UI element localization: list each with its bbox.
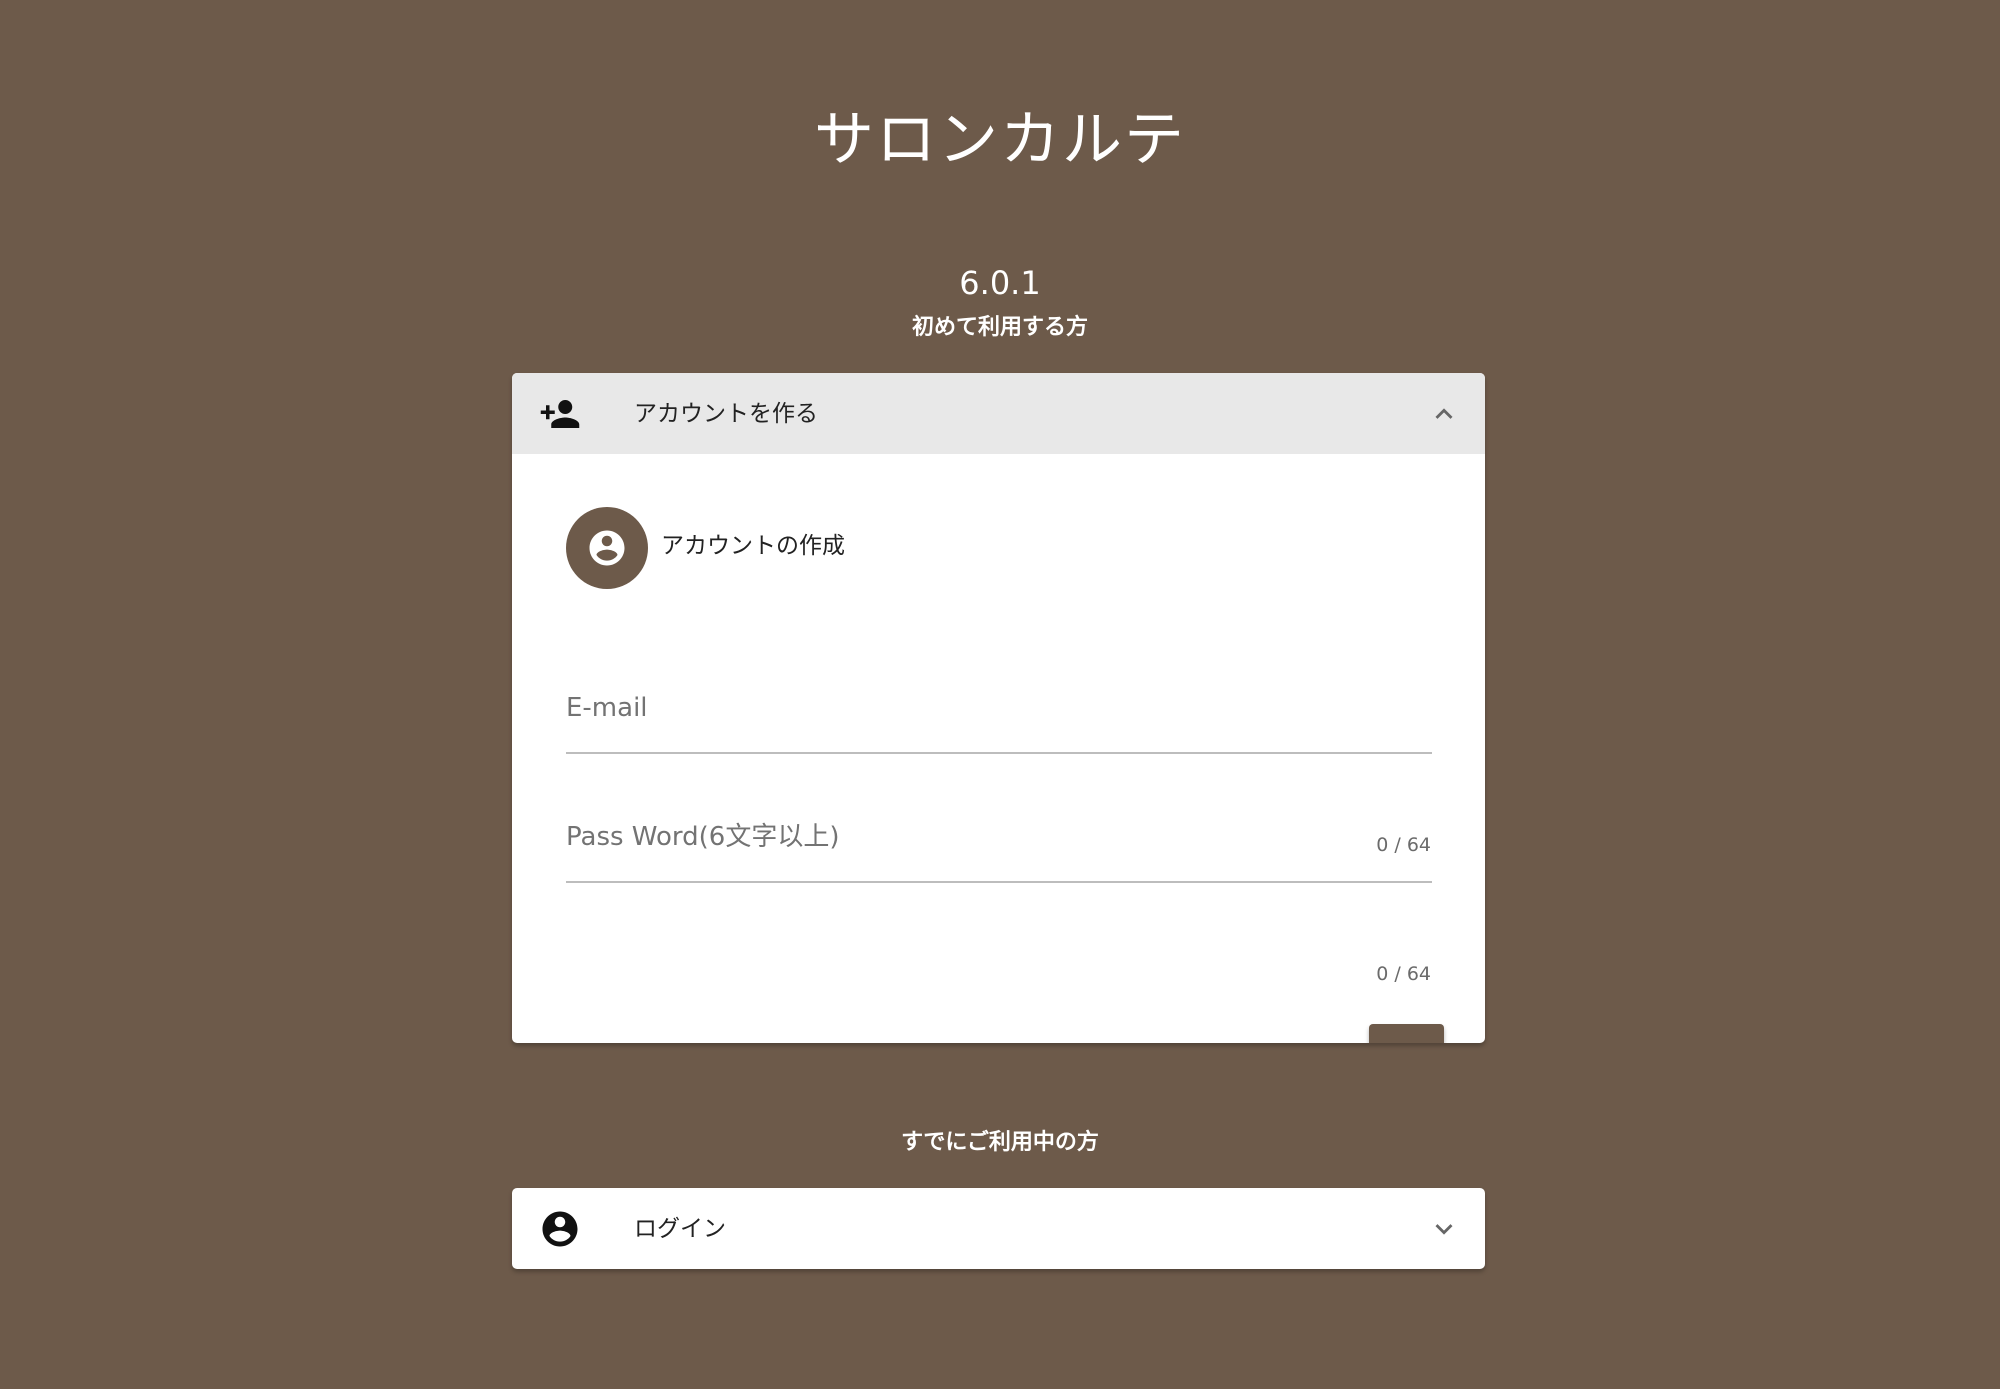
chevron-down-icon[interactable]: [1427, 1212, 1461, 1246]
new-user-section-label: 初めて利用する方: [911, 315, 1088, 340]
existing-user-section-label: すでにご利用中の方: [901, 1130, 1099, 1155]
create-account-heading: アカウントの作成: [661, 533, 845, 559]
password-field[interactable]: [566, 793, 1432, 881]
email-field-wrapper: [566, 664, 1432, 754]
email-field[interactable]: [566, 664, 1432, 752]
chevron-up-icon[interactable]: [1427, 397, 1461, 431]
password-char-counter: 0 / 64: [1376, 963, 1431, 985]
login-panel: ログイン: [512, 1188, 1485, 1269]
create-account-panel-header[interactable]: アカウントを作る: [512, 373, 1485, 454]
account-circle-icon: [589, 530, 625, 566]
password-field-wrapper: [566, 793, 1432, 883]
person-add-icon: [539, 393, 581, 435]
password-field-underline: [566, 881, 1432, 883]
register-button[interactable]: 登録: [1369, 1024, 1444, 1043]
account-circle-icon: [539, 1208, 581, 1250]
app-title: サロンカルテ: [814, 105, 1186, 175]
email-field-underline: [566, 752, 1432, 754]
avatar: [566, 507, 648, 589]
create-account-panel: アカウントを作る アカウントの作成 0 / 64 0 / 64 登録: [512, 373, 1485, 1043]
login-panel-header[interactable]: ログイン: [512, 1188, 1485, 1269]
create-account-panel-title: アカウントを作る: [634, 401, 818, 427]
app-version: 6.0.1: [959, 264, 1041, 302]
create-account-form: アカウントの作成 0 / 64 0 / 64 登録: [512, 454, 1485, 1043]
login-panel-title: ログイン: [634, 1216, 726, 1242]
